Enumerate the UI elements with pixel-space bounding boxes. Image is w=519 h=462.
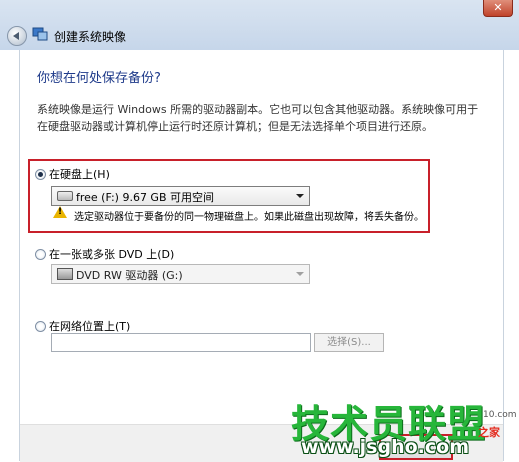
radio-network-label[interactable]: 在网络位置上(T) bbox=[49, 318, 130, 334]
page-description: 系统映像是运行 Windows 所需的驱动器副本。它也可以包含其他驱动器。系统映… bbox=[37, 103, 479, 133]
window-title: 创建系统映像 bbox=[54, 30, 127, 44]
page-heading: 你想在何处保存备份? bbox=[37, 71, 161, 86]
warning-text: 选定驱动器位于要备份的同一物理磁盘上。如果此磁盘出现故障，将丢失备份。 bbox=[74, 212, 424, 223]
network-path-input[interactable] bbox=[51, 333, 311, 352]
radio-dvd[interactable] bbox=[35, 249, 46, 260]
chevron-down-icon bbox=[296, 194, 304, 198]
close-button[interactable]: ✕ bbox=[483, 0, 513, 17]
radio-hard-disk-label[interactable]: 在硬盘上(H) bbox=[49, 166, 110, 182]
watermark-small-text: 10.com bbox=[483, 410, 517, 420]
radio-dvd-label[interactable]: 在一张或多张 DVD 上(D) bbox=[49, 246, 174, 262]
close-icon: ✕ bbox=[493, 1, 503, 14]
system-image-icon bbox=[32, 27, 48, 41]
dvd-drive-select[interactable]: DVD RW 驱动器 (G:) bbox=[51, 264, 310, 284]
title-bar: ✕ 创建系统映像 bbox=[0, 0, 519, 50]
dvd-drive-value: DVD RW 驱动器 (G:) bbox=[76, 269, 183, 282]
chevron-down-icon bbox=[296, 272, 304, 276]
radio-hard-disk[interactable] bbox=[35, 169, 46, 180]
choose-button[interactable]: 选择(S)... bbox=[314, 333, 384, 352]
warning-icon bbox=[53, 206, 67, 218]
radio-network[interactable] bbox=[35, 321, 46, 332]
dvd-drive-icon bbox=[57, 268, 73, 280]
hard-disk-drive-select[interactable]: free (F:) 9.67 GB 可用空间 bbox=[51, 186, 310, 206]
watermark-url: www.jsgho.com bbox=[301, 436, 469, 458]
back-arrow-icon[interactable] bbox=[7, 26, 27, 46]
hard-drive-icon bbox=[57, 191, 73, 201]
hard-disk-drive-value: free (F:) 9.67 GB 可用空间 bbox=[76, 191, 214, 204]
watermark-corner-text: 之家 bbox=[478, 426, 500, 439]
